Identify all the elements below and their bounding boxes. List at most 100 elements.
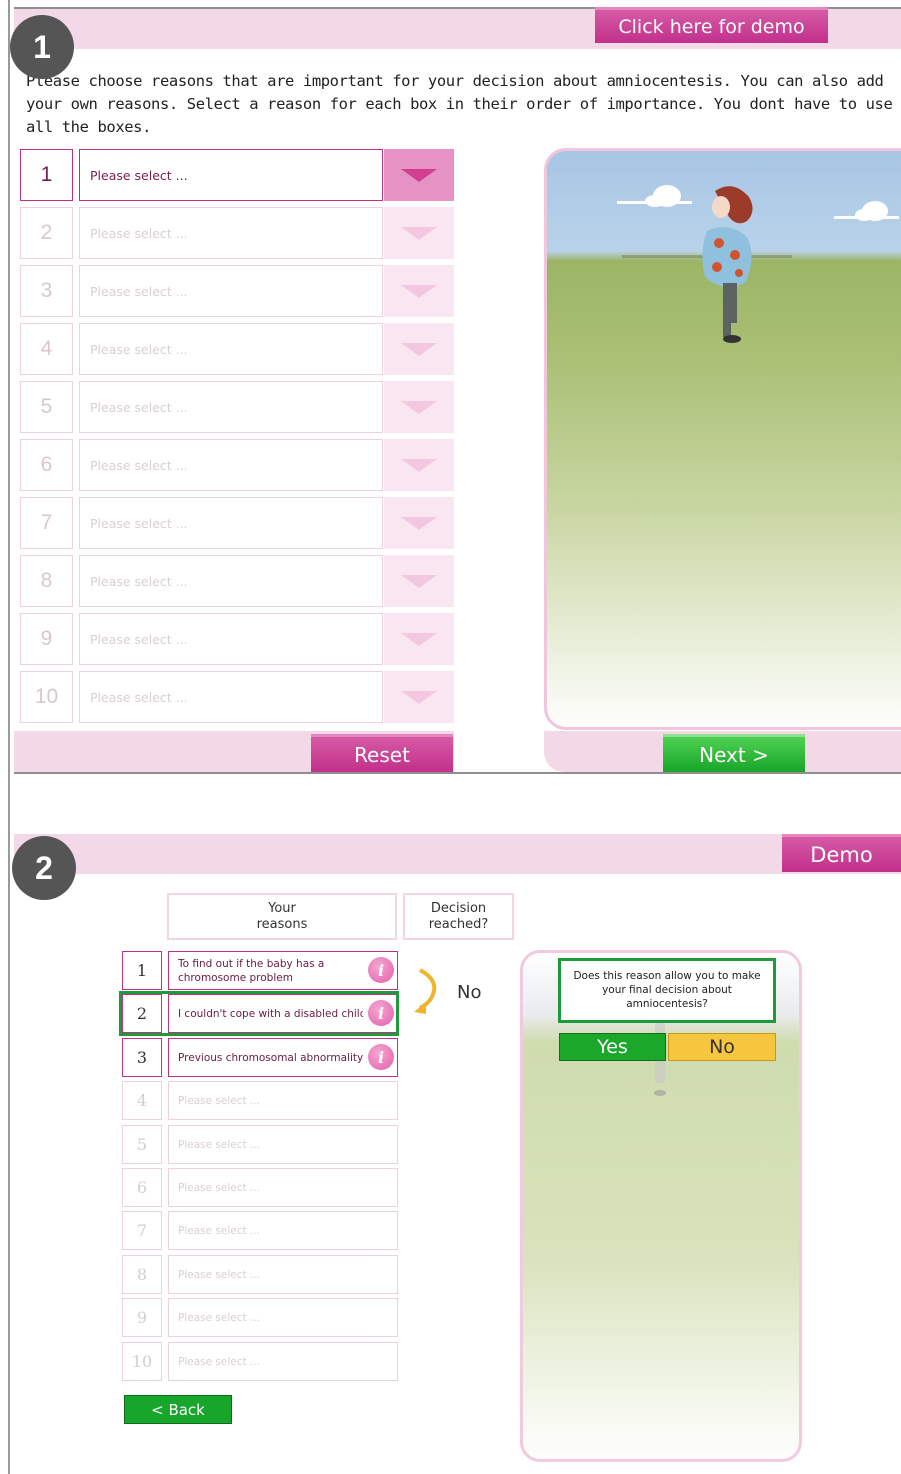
reason-number: 9 xyxy=(20,613,73,665)
reason-number: 8 xyxy=(122,1255,162,1294)
dropdown-arrow-button[interactable] xyxy=(384,613,454,665)
dropdown-arrow-button[interactable] xyxy=(384,149,454,201)
reason-select[interactable]: Please select ... xyxy=(79,439,383,491)
reason-row: 10 Please select ... xyxy=(20,671,454,723)
dropdown-arrow-button[interactable] xyxy=(384,671,454,723)
dropdown-arrow-button[interactable] xyxy=(384,207,454,259)
reason-row: 8 Please select ... xyxy=(20,555,454,607)
reason-number: 9 xyxy=(122,1298,162,1337)
reason-select[interactable]: Previous chromosomal abnormality xyxy=(168,1038,398,1077)
dropdown-arrow-button[interactable] xyxy=(384,381,454,433)
reason-number: 1 xyxy=(20,149,73,201)
chevron-down-icon xyxy=(401,516,437,530)
curved-arrow-icon xyxy=(414,968,437,1014)
reason-number: 4 xyxy=(20,323,73,375)
reason-number: 3 xyxy=(20,265,73,317)
reason-row: 3 Please select ... xyxy=(20,265,454,317)
reason-row: 6 Please select ... xyxy=(20,439,454,491)
reason-row: 4 Please select ... xyxy=(20,323,454,375)
cloud-icon xyxy=(834,201,899,221)
step-badge-1: 1 xyxy=(10,15,74,79)
info-icon[interactable]: i xyxy=(368,1044,394,1070)
reason-select[interactable]: Please select ... xyxy=(79,497,383,549)
yes-button[interactable]: Yes xyxy=(559,1033,666,1061)
reason-number: 7 xyxy=(122,1211,162,1250)
reason-text: To find out if the baby has a chromosome… xyxy=(178,957,325,984)
reason-number: 6 xyxy=(20,439,73,491)
chevron-down-icon xyxy=(401,632,437,646)
reason-row: 7 Please select ... xyxy=(122,1211,398,1250)
reason-row: 2 Please select ... xyxy=(20,207,454,259)
dropdown-arrow-button[interactable] xyxy=(384,555,454,607)
reason-row: 7 Please select ... xyxy=(20,497,454,549)
active-row-highlight xyxy=(119,991,399,1036)
reason-select[interactable]: Please select ... xyxy=(79,671,383,723)
reason-select[interactable]: Please select ... xyxy=(168,1255,398,1294)
reason-row: 9 Please select ... xyxy=(122,1298,398,1337)
scene-illustration xyxy=(520,950,802,1462)
woman-figure-icon xyxy=(702,186,753,343)
chevron-down-icon xyxy=(401,226,437,240)
dropdown-arrow-button[interactable] xyxy=(384,323,454,375)
no-button[interactable]: No xyxy=(668,1033,776,1061)
reason-select[interactable]: Please select ... xyxy=(168,1211,398,1250)
reason-number: 7 xyxy=(20,497,73,549)
reason-number: 1 xyxy=(122,951,162,990)
reason-number: 3 xyxy=(122,1038,162,1077)
dropdown-arrow-button[interactable] xyxy=(384,265,454,317)
reason-select[interactable]: Please select ... xyxy=(79,555,383,607)
decision-question: Does this reason allow you to make your … xyxy=(558,958,776,1023)
woman-figure-icon xyxy=(654,1023,666,1096)
demo-button[interactable]: Click here for demo xyxy=(595,7,828,43)
reason-row: 1 Please select ... xyxy=(20,149,454,201)
reason-number: 8 xyxy=(20,555,73,607)
reason-select[interactable]: Please select ... xyxy=(79,207,383,259)
column-header-decision: Decision reached? xyxy=(403,893,514,940)
reason-select[interactable]: Please select ... xyxy=(79,265,383,317)
instructions-text: Please choose reasons that are important… xyxy=(26,72,893,136)
step-badge-2: 2 xyxy=(12,836,76,900)
chevron-down-icon xyxy=(401,574,437,588)
info-icon[interactable]: i xyxy=(368,957,394,983)
reason-select[interactable]: Please select ... xyxy=(168,1298,398,1337)
decision-value: No xyxy=(457,982,482,1003)
reason-row: 5 Please select ... xyxy=(20,381,454,433)
reason-number: 5 xyxy=(20,381,73,433)
reason-select[interactable]: Please select ... xyxy=(79,323,383,375)
panel1-bottom-border xyxy=(14,772,901,774)
reason-number: 4 xyxy=(122,1081,162,1120)
reason-row: 9 Please select ... xyxy=(20,613,454,665)
reset-button[interactable]: Reset xyxy=(311,734,453,772)
chevron-down-icon xyxy=(401,168,437,182)
back-button[interactable]: < Back xyxy=(124,1395,232,1424)
scene-illustration xyxy=(544,148,901,730)
reason-number: 2 xyxy=(20,207,73,259)
reason-select[interactable]: Please select ... xyxy=(168,1081,398,1120)
column-header-label: Decision reached? xyxy=(428,900,489,932)
demo-button[interactable]: Demo xyxy=(782,834,901,872)
cloud-icon xyxy=(617,185,692,207)
reason-select[interactable]: To find out if the baby has a chromosome… xyxy=(168,951,398,990)
reason-select[interactable]: Please select ... xyxy=(79,381,383,433)
dropdown-arrow-button[interactable] xyxy=(384,497,454,549)
reason-number: 5 xyxy=(122,1125,162,1164)
reason-row: 10 Please select ... xyxy=(122,1342,398,1381)
reason-select[interactable]: Please select ... xyxy=(168,1125,398,1164)
reason-select[interactable]: Please select ... xyxy=(79,149,383,201)
reason-select[interactable]: Please select ... xyxy=(168,1342,398,1381)
reason-select[interactable]: Please select ... xyxy=(168,1168,398,1207)
pregnant-woman-illustration xyxy=(617,185,899,343)
reason-number: 10 xyxy=(122,1342,162,1381)
reason-number: 10 xyxy=(20,671,73,723)
reason-row: 3 Previous chromosomal abnormality i xyxy=(122,1038,398,1077)
chevron-down-icon xyxy=(401,342,437,356)
next-button[interactable]: Next > xyxy=(663,734,805,772)
chevron-down-icon xyxy=(401,284,437,298)
column-header-label: Your reasons xyxy=(256,900,308,932)
reason-row: 5 Please select ... xyxy=(122,1125,398,1164)
reason-number: 6 xyxy=(122,1168,162,1207)
dropdown-arrow-button[interactable] xyxy=(384,439,454,491)
panel2-header-bar xyxy=(14,834,901,874)
reason-select[interactable]: Please select ... xyxy=(79,613,383,665)
chevron-down-icon xyxy=(401,400,437,414)
